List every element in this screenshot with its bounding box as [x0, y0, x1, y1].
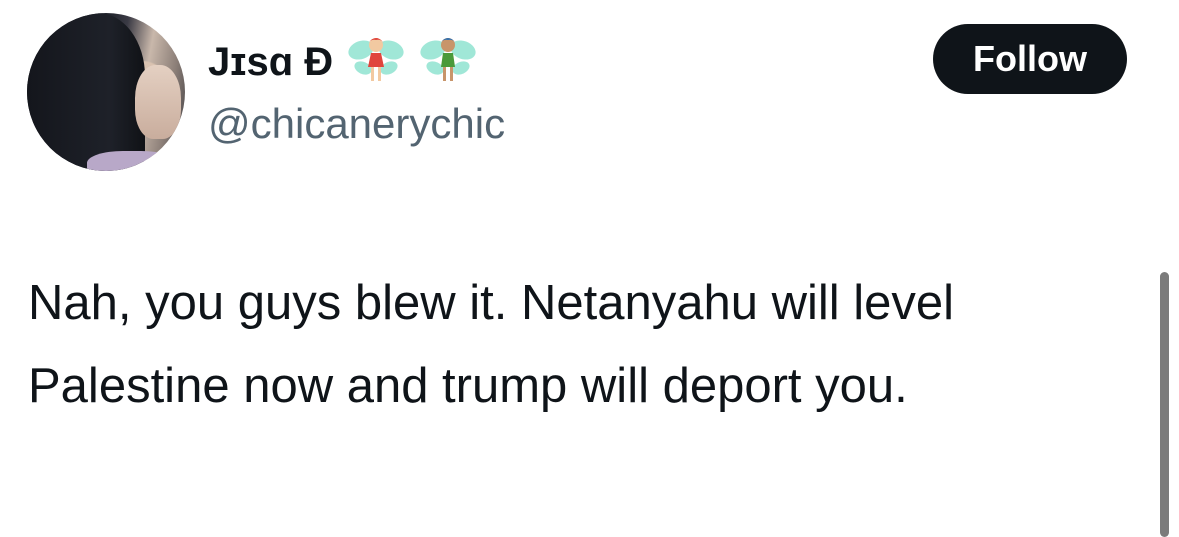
author-handle[interactable]: @chicanerychic [208, 98, 505, 150]
avatar[interactable] [27, 13, 185, 171]
author-display-name[interactable]: Jɪsɑ Đ [208, 38, 333, 86]
tweet: Jɪsɑ Đ @chicanerychic Follow Nah, you gu… [0, 0, 1179, 537]
avatar-hair [27, 13, 145, 171]
author-name-row: Jɪsɑ Đ [208, 34, 477, 90]
avatar-face [135, 65, 181, 139]
avatar-collar [87, 151, 177, 171]
fairy-red-icon [347, 34, 405, 90]
tweet-text: Nah, you guys blew it. Netanyahu will le… [28, 276, 955, 413]
follow-button[interactable]: Follow [933, 24, 1127, 94]
scrollbar[interactable] [1160, 272, 1169, 537]
fairy-green-icon [419, 34, 477, 90]
